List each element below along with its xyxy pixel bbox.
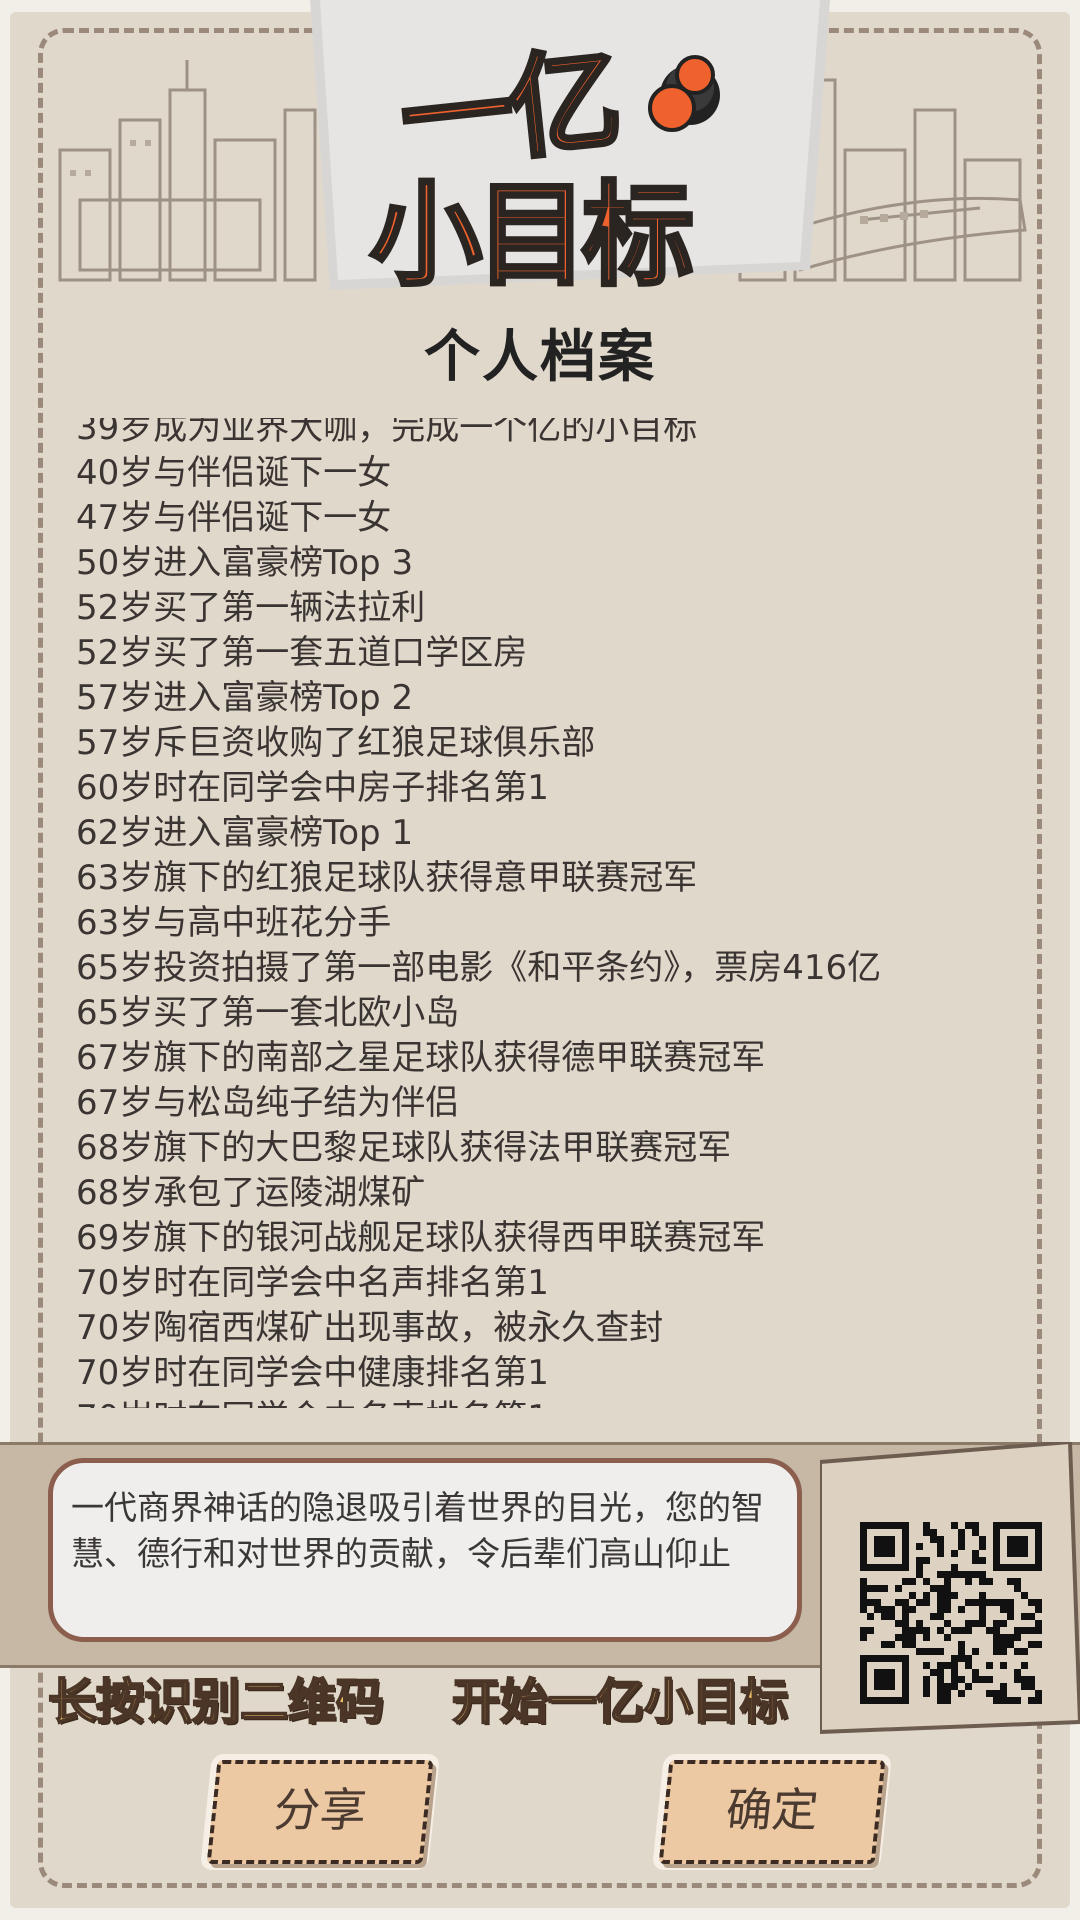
- record-item: 68岁承包了运陵湖煤矿: [76, 1173, 426, 1213]
- record-item: 50岁进入富豪榜Top 3: [76, 543, 414, 583]
- game-logo: 一亿 小目标: [300, 0, 840, 303]
- record-item: 62岁进入富豪榜Top 1: [76, 813, 414, 853]
- slogan-start-game: 开始一亿小目标: [451, 1673, 789, 1731]
- record-item: 67岁与松岛纯子结为伴侣: [76, 1083, 460, 1123]
- message-bubble: 一代商界神话的隐退吸引着世界的目光，您的智慧、德行和对世界的贡献，令后辈们高山仰…: [48, 1458, 802, 1642]
- record-item: 57岁斥巨资收购了红狼足球俱乐部: [76, 723, 596, 763]
- record-item: 65岁买了第一套北欧小岛: [76, 993, 460, 1033]
- record-item: 63岁与高中班花分手: [76, 903, 392, 943]
- record-item: 70岁时在同学会中名声排名第1: [76, 1396, 1016, 1408]
- life-records-list[interactable]: 39岁成为业界大咖，完成一个亿的小目标 40岁与伴侣诞下一女 47岁与伴侣诞下一女 5…: [76, 418, 1016, 1408]
- record-item: 57岁进入富豪榜Top 2: [76, 678, 414, 718]
- record-item: 68岁旗下的大巴黎足球队获得法甲联赛冠军: [76, 1128, 732, 1168]
- record-item: 65岁投资拍摄了第一部电影《和平条约》，票房416亿: [76, 948, 882, 988]
- slogan-scan-qr: 长按识别二维码: [47, 1673, 385, 1731]
- record-item: 39岁成为业界大咖，完成一个亿的小目标: [76, 418, 698, 448]
- record-item: 70岁陶宿西煤矿出现事故，被永久查封: [76, 1308, 664, 1348]
- record-item: 67岁旗下的南部之星足球队获得德甲联赛冠军: [76, 1038, 766, 1078]
- record-item: 63岁旗下的红狼足球队获得意甲联赛冠军: [76, 858, 698, 898]
- qr-code-card[interactable]: [818, 1439, 1080, 1742]
- summary-message: 一代商界神话的隐退吸引着世界的目光，您的智慧、德行和对世界的贡献，令后辈们高山仰…: [71, 1488, 764, 1573]
- record-item: 69岁旗下的银河战舰足球队获得西甲联赛冠军: [76, 1218, 766, 1258]
- qr-code: [818, 1439, 1080, 1735]
- record-item: 70岁时在同学会中健康排名第1: [76, 1353, 549, 1393]
- page-title: 个人档案: [424, 325, 656, 390]
- record-item: 40岁与伴侣诞下一女: [76, 453, 392, 493]
- record-item: 52岁买了第一辆法拉利: [76, 588, 426, 628]
- record-item: 52岁买了第一套五道口学区房: [76, 633, 528, 673]
- record-item: 70岁时在同学会中名声排名第1: [76, 1263, 549, 1303]
- record-item: 60岁时在同学会中房子排名第1: [76, 768, 549, 808]
- confirm-button[interactable]: 确定: [658, 1760, 886, 1864]
- logo-text-xiaomubiao: 小目标: [368, 169, 696, 303]
- share-button[interactable]: 分享: [206, 1760, 434, 1864]
- record-item: 47岁与伴侣诞下一女: [76, 498, 392, 538]
